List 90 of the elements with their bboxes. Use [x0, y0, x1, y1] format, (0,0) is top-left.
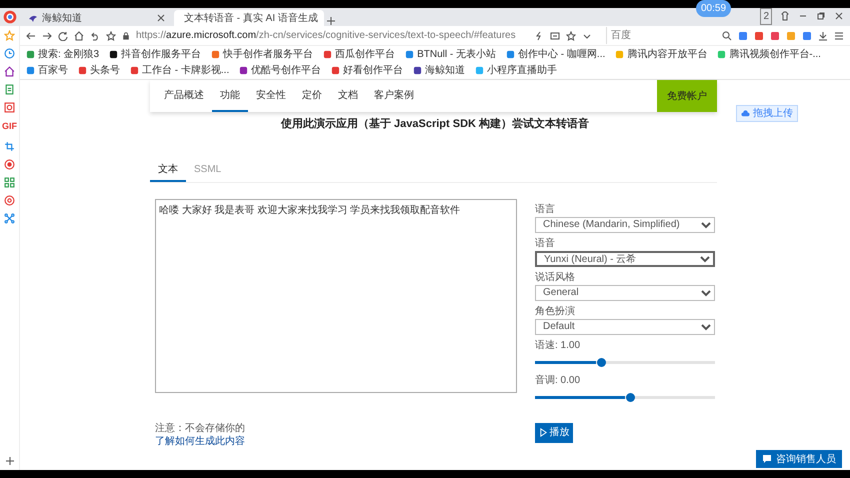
lock-icon	[122, 32, 130, 40]
timer-badge: 00:59	[696, 0, 732, 17]
demo-heading: 使用此演示应用（基于 JavaScript SDK 构建）尝试文本转语音	[280, 116, 590, 132]
menu-icon[interactable]	[834, 30, 844, 40]
back-arrow-icon[interactable]	[26, 30, 36, 40]
bookmark-link[interactable]: 腾讯视频创作平台-...	[717, 47, 821, 62]
target-icon[interactable]	[4, 194, 15, 206]
new-tab-icon[interactable]	[326, 16, 336, 26]
bookmark-link[interactable]: 创作中心 - 咖喱网...	[506, 47, 606, 62]
reload-icon[interactable]	[58, 30, 68, 40]
bookmark-link[interactable]: 海鲸知道	[413, 63, 466, 78]
nav-link[interactable]: 安全性	[248, 80, 294, 112]
bookmark-link[interactable]: 西瓜创作平台	[323, 47, 396, 62]
nav-link[interactable]: 客户案例	[366, 80, 422, 112]
slider-label: 语速: 1.00	[535, 338, 582, 352]
network-icon[interactable]	[4, 212, 15, 224]
nav-link[interactable]: 功能	[212, 80, 248, 112]
add-icon[interactable]	[4, 456, 14, 466]
slider-label: 音调: 0.00	[535, 374, 582, 388]
free-account-button[interactable]: 免费帐户	[657, 80, 717, 112]
restore-icon[interactable]	[816, 11, 826, 21]
select-field[interactable]: General	[535, 284, 715, 300]
house-icon[interactable]	[4, 66, 15, 77]
bookmark-icon	[717, 50, 726, 59]
nav-link[interactable]: 文档	[330, 80, 366, 112]
star-icon[interactable]	[566, 30, 576, 40]
star-icon[interactable]	[106, 30, 116, 40]
clock-icon[interactable]	[4, 48, 15, 59]
browser-tab[interactable]: 海鲸知道	[22, 10, 172, 26]
bird-icon	[28, 13, 38, 23]
bookmark-link[interactable]: 快手创作者服务平台	[211, 47, 314, 62]
input-tab[interactable]: 文本	[150, 158, 186, 182]
bookmark-link[interactable]: 优酷号创作平台	[239, 63, 322, 78]
nav-link[interactable]: 产品概述	[156, 80, 212, 112]
undo-icon[interactable]	[90, 30, 100, 40]
field-label: 说话风格	[535, 270, 576, 284]
star-icon[interactable]	[4, 30, 15, 41]
bookmark-link[interactable]: 工作台 - 卡牌影视...	[130, 63, 230, 78]
select-field[interactable]: Chinese (Mandarin, Simplified)	[535, 216, 715, 232]
bookmark-icon	[211, 50, 220, 59]
slider-thumb[interactable]	[597, 358, 606, 366]
bookmark-link[interactable]: 头条号	[78, 63, 120, 78]
select-field[interactable]: Default	[535, 318, 715, 334]
bookmark-link[interactable]: 小程序直播助手	[475, 63, 558, 78]
translate-icon[interactable]	[550, 30, 560, 40]
browser-tab[interactable]: 文本转语音 - 真实 AI 语音生成	[174, 10, 324, 26]
close-icon	[156, 13, 166, 23]
tab-title: 海鲸知道	[42, 12, 82, 26]
slider-track[interactable]	[535, 360, 715, 364]
chat-sales-button[interactable]: 咨询销售人员	[756, 450, 842, 468]
bookmark-icon	[475, 66, 484, 75]
bookmark-icon	[615, 50, 624, 59]
download-icon[interactable]	[818, 30, 828, 40]
play-button[interactable]: 播放	[535, 422, 573, 442]
play-icon	[538, 428, 548, 437]
gif-label[interactable]: GIF	[2, 120, 17, 134]
bookmark-link[interactable]: BTNull - 无表小站	[405, 47, 496, 62]
bookmark-icon	[109, 50, 118, 59]
record-icon[interactable]	[4, 158, 15, 170]
field-label: 语言	[535, 202, 556, 216]
bookmark-icon	[78, 66, 87, 75]
home-icon[interactable]	[74, 30, 84, 40]
bookmark-icon	[239, 66, 248, 75]
browser-logo-icon	[3, 10, 17, 24]
tab-title: 文本转语音 - 真实 AI 语音生成	[184, 12, 318, 26]
document-icon[interactable]	[4, 84, 15, 95]
field-label: 角色扮演	[535, 304, 576, 318]
learn-more-link[interactable]: 了解如何生成此内容	[155, 434, 245, 449]
note-text: 注意：不会存储你的	[155, 422, 245, 436]
tab-count[interactable]: 2	[760, 8, 772, 24]
bookmark-icon	[506, 50, 516, 59]
field-label: 语音	[535, 236, 556, 250]
shirt-icon[interactable]	[780, 11, 790, 21]
bookmark-link[interactable]: 抖音创作服务平台	[109, 47, 202, 62]
slider-thumb[interactable]	[626, 392, 635, 402]
search-icon[interactable]	[722, 30, 732, 40]
forward-arrow-icon[interactable]	[42, 30, 52, 40]
chat-icon	[762, 454, 772, 464]
bookmark-link[interactable]: 腾讯内容开放平台	[615, 47, 708, 62]
bookmark-link[interactable]: 搜索: 金刚狼3	[26, 47, 100, 62]
text-input-area[interactable]: 哈喽 大家好 我是表哥 欢迎大家来找我学习 学员来找我领取配音软件	[155, 198, 517, 392]
address-field[interactable]: https://azure.microsoft.com/zh-cn/services/cognitive-services/text-to-speech/#features	[136, 28, 516, 43]
bookmark-link[interactable]: 好看创作平台	[331, 63, 404, 78]
bookmark-link[interactable]: 百家号	[26, 63, 68, 78]
close-icon[interactable]	[834, 11, 844, 21]
cloud-icon	[741, 109, 750, 118]
select-field[interactable]: Yunxi (Neural) - 云希	[535, 250, 715, 266]
bookmark-icon	[130, 66, 139, 75]
nav-link[interactable]: 定价	[294, 80, 330, 112]
slider-track[interactable]	[535, 396, 715, 398]
